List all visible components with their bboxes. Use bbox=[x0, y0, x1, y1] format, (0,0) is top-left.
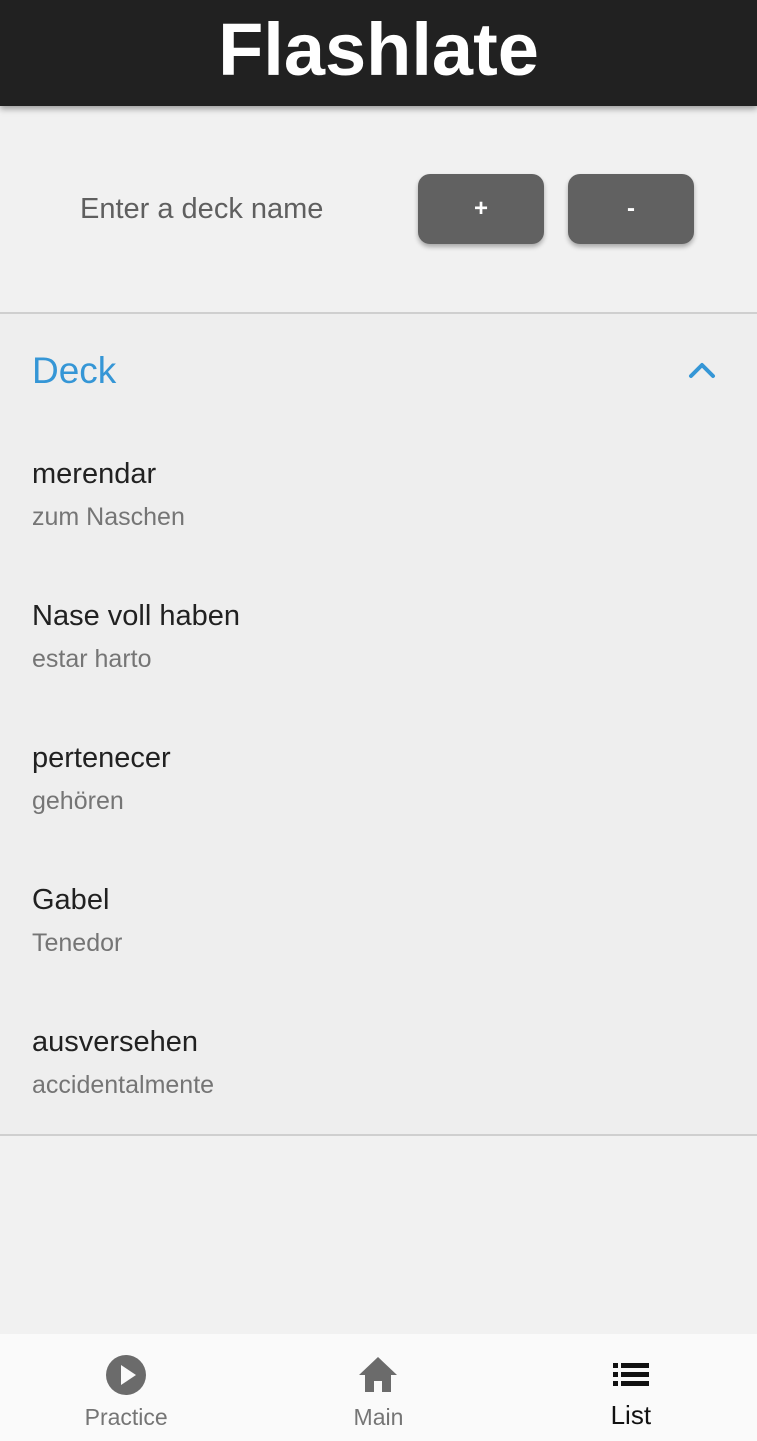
card-translation: gehören bbox=[32, 787, 124, 815]
nav-label: Practice bbox=[84, 1404, 168, 1430]
card-list: merendar zum Naschen Nase voll haben est… bbox=[0, 428, 757, 1138]
card-term: ausversehen bbox=[32, 1026, 199, 1058]
list-item[interactable]: pertenecer gehören bbox=[0, 712, 757, 854]
list-item[interactable]: merendar zum Naschen bbox=[0, 428, 757, 570]
nav-label: Main bbox=[353, 1404, 404, 1430]
play-circle-icon bbox=[106, 1355, 147, 1395]
deck-name-input[interactable] bbox=[64, 184, 364, 234]
deck-title: Deck bbox=[32, 350, 117, 391]
card-term: pertenecer bbox=[32, 742, 171, 774]
card-translation: accidentalmente bbox=[32, 1071, 215, 1099]
deck-header[interactable]: Deck bbox=[0, 314, 757, 428]
list-icon bbox=[612, 1363, 649, 1386]
card-translation: Tenedor bbox=[32, 929, 123, 957]
app-title: Flashlate bbox=[218, 8, 539, 91]
home-icon bbox=[359, 1357, 398, 1392]
card-term: Nase voll haben bbox=[32, 600, 240, 632]
nav-item-main[interactable]: Main bbox=[252, 1334, 504, 1441]
deck-form: + - bbox=[0, 106, 757, 312]
list-item[interactable]: Nase voll haben estar harto bbox=[0, 570, 757, 712]
divider bbox=[0, 1134, 757, 1136]
app-bar: Flashlate bbox=[0, 0, 757, 106]
card-term: merendar bbox=[32, 458, 157, 490]
card-translation: estar harto bbox=[32, 645, 152, 673]
app-root: Flashlate + - Deck merendar zum Naschen … bbox=[0, 0, 757, 1441]
bottom-nav: Practice Main List bbox=[0, 1334, 757, 1441]
card-term: Gabel bbox=[32, 884, 110, 916]
nav-item-list[interactable]: List bbox=[505, 1334, 757, 1441]
deck-panel: Deck merendar zum Naschen Nase voll habe… bbox=[0, 314, 757, 1134]
chevron-up-icon[interactable] bbox=[686, 356, 718, 384]
card-translation: zum Naschen bbox=[32, 503, 185, 531]
nav-label: List bbox=[610, 1400, 652, 1430]
remove-deck-button[interactable]: - bbox=[568, 174, 694, 244]
list-item[interactable]: Gabel Tenedor bbox=[0, 854, 757, 996]
add-deck-button[interactable]: + bbox=[418, 174, 544, 244]
list-item[interactable]: ausversehen accidentalmente bbox=[0, 996, 757, 1138]
nav-item-practice[interactable]: Practice bbox=[0, 1334, 252, 1441]
